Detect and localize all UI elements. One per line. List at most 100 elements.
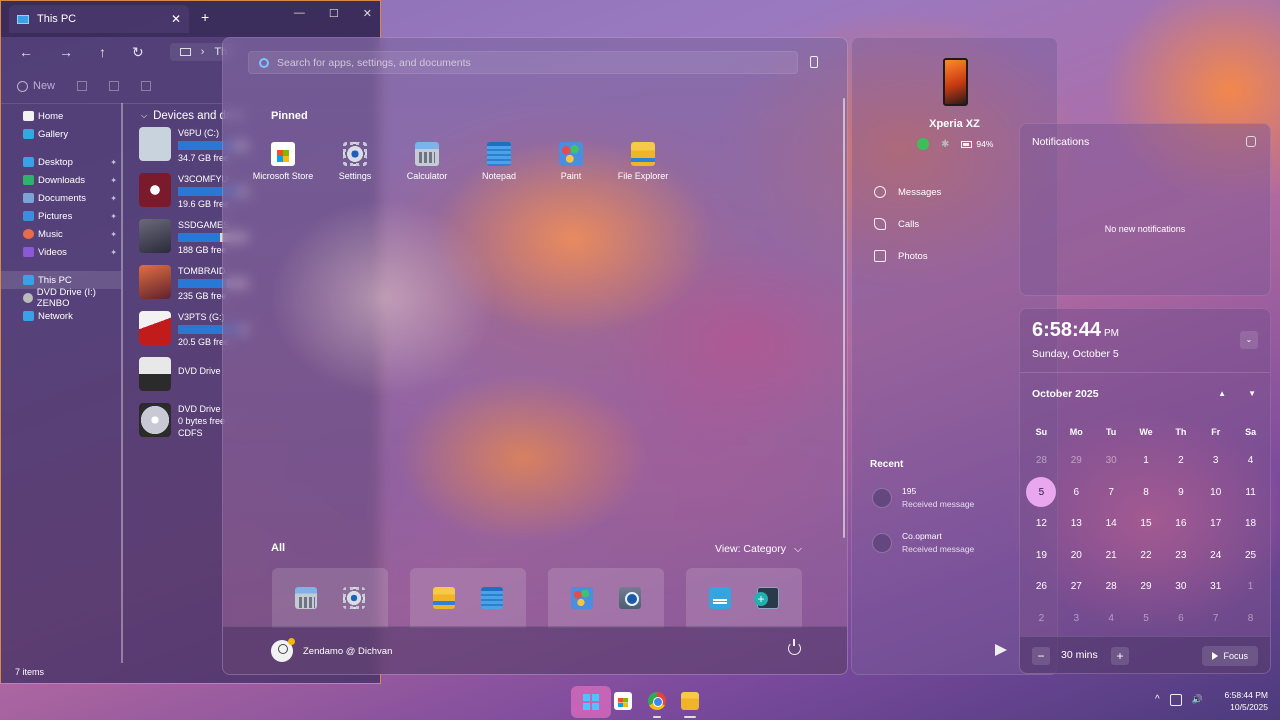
maximize-button[interactable]: ☐ [329,7,339,20]
calendar-day[interactable]: 14 [1094,508,1129,540]
calendar-day[interactable]: 25 [1233,540,1268,572]
power-icon[interactable] [788,639,801,655]
calendar-day[interactable]: 23 [1163,540,1198,572]
calendar-day[interactable]: 1 [1129,445,1164,477]
calendar-day[interactable]: 7 [1198,603,1233,635]
pinned-app-paint[interactable]: Paint [535,142,607,181]
view-category-dropdown[interactable]: View: Category ⌵ [715,543,802,556]
calendar-day[interactable]: 11 [1233,477,1268,509]
calendar-day[interactable]: 16 [1163,508,1198,540]
nav-item-music[interactable]: Music ✦ [1,225,121,243]
decrease-minutes-button[interactable]: − [1032,647,1050,665]
back-button[interactable]: ← [19,44,33,60]
calendar-day[interactable]: 29 [1129,571,1164,603]
start-search-box[interactable] [248,51,798,74]
pinned-app-file-explorer[interactable]: File Explorer [607,142,679,181]
calendar-day[interactable]: 12 [1024,508,1059,540]
category-tile[interactable] [686,568,802,628]
nav-item-desktop[interactable]: Desktop ✦ [1,153,121,171]
calendar-day[interactable]: 18 [1233,508,1268,540]
increase-minutes-button[interactable]: + [1111,647,1129,665]
previous-month-button[interactable]: ▲ [1218,389,1226,398]
calendar-day[interactable]: 21 [1094,540,1129,572]
calendar-day[interactable]: 9 [1163,477,1198,509]
calendar-day[interactable]: 4 [1233,445,1268,477]
calendar-day[interactable]: 6 [1059,477,1094,509]
calendar-day[interactable]: 19 [1024,540,1059,572]
recent-message[interactable]: Co.opmart Received message [872,530,974,556]
calendar-day[interactable]: 7 [1094,477,1129,509]
collapse-calendar-button[interactable]: ⌄ [1240,331,1258,349]
calendar-day[interactable]: 15 [1129,508,1164,540]
pinned-app-microsoft-store[interactable]: Microsoft Store [247,142,319,181]
network-icon[interactable] [1169,694,1182,706]
calendar-day[interactable]: 8 [1233,603,1268,635]
send-icon[interactable] [995,644,1007,656]
calendar-day[interactable]: 29 [1059,445,1094,477]
tab-close-icon[interactable]: ✕ [171,12,181,26]
calendar-day[interactable]: 30 [1163,571,1198,603]
nav-item-network[interactable]: Network [1,307,121,325]
nav-item-downloads[interactable]: Downloads ✦ [1,171,121,189]
minimize-button[interactable]: — [294,7,305,20]
new-button[interactable]: New [17,80,55,92]
calendar-day[interactable]: 1 [1233,571,1268,603]
calendar-day[interactable]: 26 [1024,571,1059,603]
focus-button[interactable]: Focus [1202,646,1258,666]
calendar-day[interactable]: 5 [1129,603,1164,635]
paste-icon[interactable] [141,81,152,91]
next-month-button[interactable]: ▼ [1248,389,1256,398]
calendar-day[interactable]: 28 [1094,571,1129,603]
calendar-day[interactable]: 6 [1163,603,1198,635]
taskbar-file-explorer-icon[interactable] [681,692,699,710]
cut-icon[interactable] [77,81,88,91]
calendar-day[interactable]: 31 [1198,571,1233,603]
calendar-day[interactable]: 28 [1024,445,1059,477]
nav-item-videos[interactable]: Videos ✦ [1,243,121,261]
do-not-disturb-icon[interactable] [1246,136,1256,147]
calendar-day[interactable]: 20 [1059,540,1094,572]
phone-nav-photos[interactable]: Photos [874,240,941,272]
calendar-day[interactable]: 27 [1059,571,1094,603]
search-input[interactable] [277,56,757,69]
forward-button[interactable]: → [59,44,73,60]
taskbar-clock[interactable]: 6:58:44 PM 10/5/2025 [1218,689,1268,713]
calendar-day[interactable]: 30 [1094,445,1129,477]
category-tile[interactable] [272,568,388,628]
scrollbar[interactable] [843,98,845,538]
calendar-day-today[interactable]: 5 [1024,477,1059,509]
calendar-day[interactable]: 22 [1129,540,1164,572]
phone-nav-calls[interactable]: Calls [874,208,941,240]
category-tile[interactable] [548,568,664,628]
calendar-day[interactable]: 2 [1163,445,1198,477]
calendar-day[interactable]: 4 [1094,603,1129,635]
calendar-day[interactable]: 17 [1198,508,1233,540]
taskbar-chrome-icon[interactable] [648,692,666,710]
calendar-day[interactable]: 10 [1198,477,1233,509]
refresh-button[interactable]: ↻ [132,44,144,61]
up-button[interactable]: ↑ [99,44,106,60]
phone-link-icon[interactable] [810,56,818,68]
close-button[interactable]: ✕ [363,7,372,20]
tab-this-pc[interactable]: This PC ✕ [9,5,189,33]
taskbar-store-icon[interactable] [614,692,632,710]
calendar-day[interactable]: 8 [1129,477,1164,509]
recent-message[interactable]: 195 Received message [872,485,974,511]
volume-icon[interactable] [1192,694,1204,706]
phone-nav-messages[interactable]: Messages [874,176,941,208]
calendar-day[interactable]: 2 [1024,603,1059,635]
category-tile[interactable] [410,568,526,628]
calendar-day[interactable]: 3 [1059,603,1094,635]
calendar-day[interactable]: 3 [1198,445,1233,477]
nav-item-home[interactable]: Home [1,107,121,125]
nav-item-pictures[interactable]: Pictures ✦ [1,207,121,225]
nav-item-documents[interactable]: Documents ✦ [1,189,121,207]
calendar-day[interactable]: 13 [1059,508,1094,540]
show-hidden-icons-button[interactable]: ^ [1155,694,1160,706]
pinned-app-notepad[interactable]: Notepad [463,142,535,181]
start-button[interactable] [571,686,611,718]
nav-item-dvd-drive[interactable]: DVD Drive (I:) ZENBO [1,287,121,309]
nav-item-gallery[interactable]: Gallery [1,125,121,143]
pinned-app-settings[interactable]: Settings [319,142,391,181]
pinned-app-calculator[interactable]: Calculator [391,142,463,181]
